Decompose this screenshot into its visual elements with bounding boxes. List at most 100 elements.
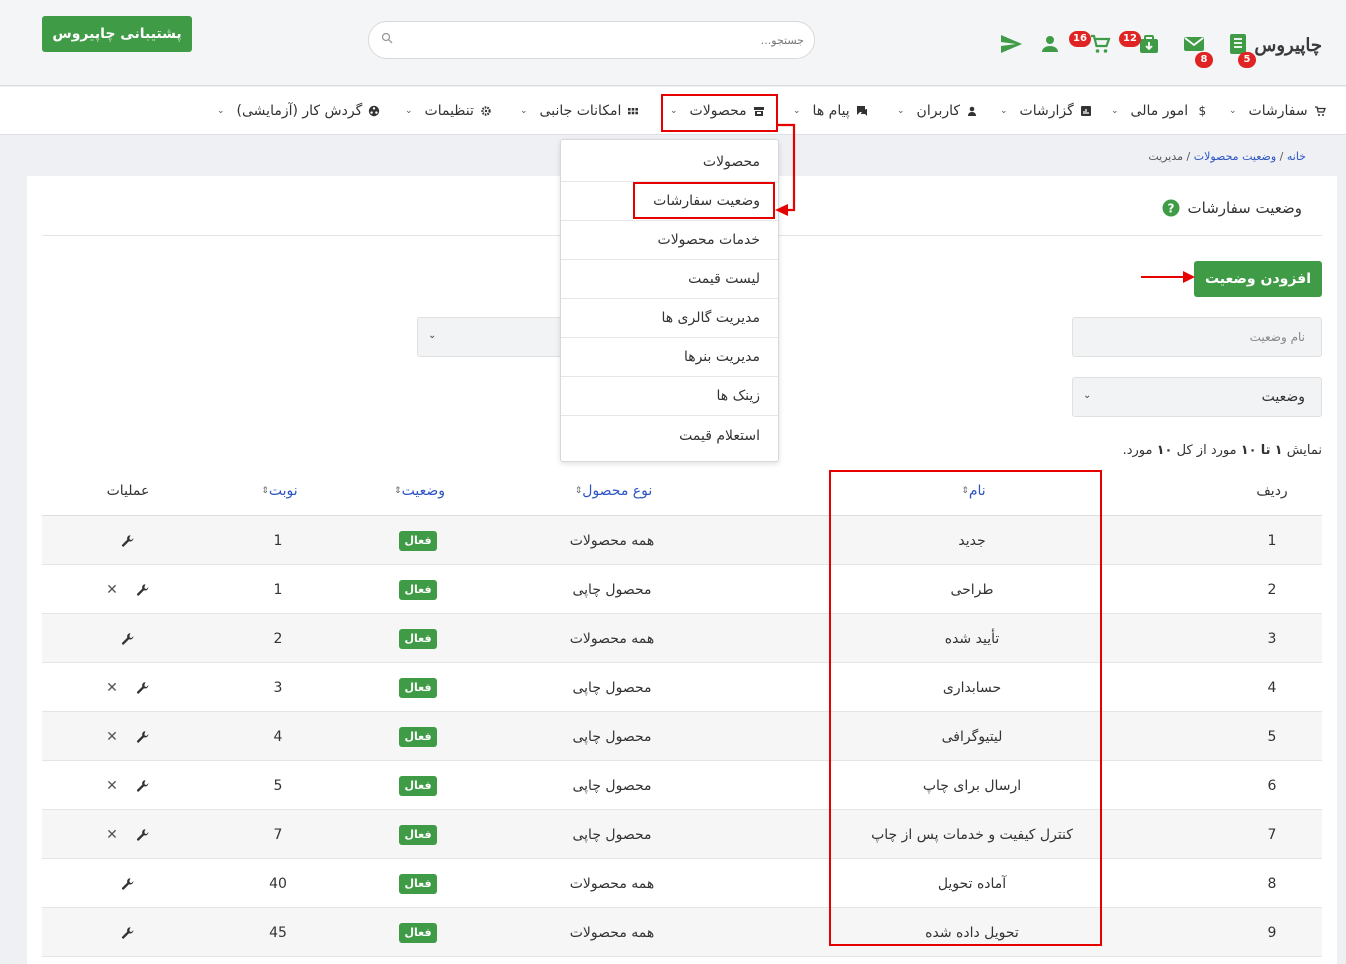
nav-reports[interactable]: گزارشات ⌄ bbox=[1000, 87, 1092, 135]
menu-item-price-inquiry[interactable]: استعلام قیمت bbox=[561, 416, 780, 455]
breadcrumb-section[interactable]: وضعیت محصولات bbox=[1194, 150, 1276, 163]
col-type[interactable]: نوع محصول ⇕ bbox=[532, 466, 692, 516]
nav-workflow[interactable]: گردش کار (آزمایشی) ⌄ bbox=[217, 87, 380, 135]
cell-type: محصول چاپی bbox=[572, 679, 652, 696]
status-filter-label: وضعیت bbox=[1261, 389, 1305, 405]
search-box[interactable] bbox=[368, 21, 815, 59]
annotation-arrow bbox=[775, 123, 796, 216]
nav-finance[interactable]: $ امور مالی ⌄ bbox=[1111, 87, 1206, 135]
cell-type: محصول چاپی bbox=[572, 581, 652, 598]
cell-type: همه محصولات bbox=[569, 532, 655, 549]
edit-wrench-icon[interactable] bbox=[136, 681, 150, 695]
status-badge: فعال bbox=[399, 579, 437, 600]
nav-extras-label: امکانات جانبی bbox=[539, 103, 622, 119]
cell-ops bbox=[88, 908, 168, 957]
edit-wrench-icon[interactable] bbox=[136, 779, 150, 793]
edit-wrench-icon[interactable] bbox=[121, 534, 135, 548]
menu-item-price-list[interactable]: لیست قیمت bbox=[561, 260, 780, 299]
annotation-box bbox=[829, 470, 1102, 946]
delete-close-icon[interactable]: ✕ bbox=[106, 582, 118, 598]
help-icon[interactable]: ? bbox=[1162, 199, 1180, 217]
search-input[interactable] bbox=[399, 30, 804, 50]
menu-item-banners[interactable]: مدیریت بنرها bbox=[561, 338, 780, 377]
nav-messages[interactable]: پیام ها ⌄ bbox=[793, 87, 868, 135]
result-summary: نمایش ۱ تا ۱۰ مورد از کل ۱۰ مورد. bbox=[1123, 443, 1322, 458]
table-row: 9 تحویل داده شده همه محصولات فعال 45 bbox=[42, 908, 1322, 957]
summary-mid: مورد از کل bbox=[1176, 443, 1237, 458]
nav-settings[interactable]: تنظیمات ⌄ bbox=[405, 87, 492, 135]
menu-item-product-services[interactable]: خدمات محصولات bbox=[561, 221, 780, 260]
cart-icon[interactable] bbox=[1087, 32, 1113, 56]
cell-turn: 2 bbox=[273, 630, 283, 647]
chat-icon bbox=[856, 106, 867, 116]
status-badge: فعال bbox=[399, 922, 437, 943]
chart-icon bbox=[1080, 106, 1091, 116]
cell-status: فعال bbox=[368, 516, 468, 565]
chevron-down-icon: ⌄ bbox=[1000, 106, 1008, 116]
cart-icon bbox=[1314, 106, 1326, 116]
chevron-down-icon: ⌄ bbox=[217, 106, 225, 116]
menu-item-zinc[interactable]: زینک ها bbox=[561, 377, 780, 416]
chevron-down-icon: ⌄ bbox=[428, 330, 437, 341]
cell-turn: 5 bbox=[273, 777, 283, 794]
delete-close-icon[interactable]: ✕ bbox=[106, 778, 118, 794]
summary-prefix: نمایش bbox=[1286, 443, 1322, 458]
col-row: ردیف bbox=[1256, 483, 1288, 499]
cell-index: 6 bbox=[1267, 777, 1277, 794]
support-button[interactable]: پشتیبانی چاپیروس bbox=[42, 16, 192, 52]
menu-item-gallery[interactable]: مدیریت گالری ها bbox=[561, 299, 780, 338]
col-status[interactable]: وضعیت ⇕ bbox=[368, 466, 468, 516]
table-row: 1 جدید همه محصولات فعال 1 bbox=[42, 516, 1322, 565]
cell-status: فعال bbox=[368, 761, 468, 810]
send-icon[interactable] bbox=[998, 32, 1024, 56]
delete-close-icon[interactable]: ✕ bbox=[106, 680, 118, 696]
cell-type: همه محصولات bbox=[569, 630, 655, 647]
nav-users[interactable]: کاربران ⌄ bbox=[897, 87, 978, 135]
status-badge: فعال bbox=[399, 726, 437, 747]
cell-status: فعال bbox=[368, 565, 468, 614]
cell-ops: ✕ bbox=[88, 565, 168, 614]
nav-users-label: کاربران bbox=[916, 103, 961, 119]
col-turn-label: نوبت bbox=[268, 483, 298, 499]
delete-close-icon[interactable]: ✕ bbox=[106, 729, 118, 745]
edit-wrench-icon[interactable] bbox=[136, 583, 150, 597]
edit-wrench-icon[interactable] bbox=[136, 828, 150, 842]
edit-wrench-icon[interactable] bbox=[121, 877, 135, 891]
edit-wrench-icon[interactable] bbox=[121, 632, 135, 646]
svg-text:?: ? bbox=[1167, 202, 1174, 216]
status-filter-select[interactable]: وضعیت ⌄ bbox=[1072, 377, 1322, 417]
status-badge: فعال bbox=[399, 775, 437, 796]
top-header: پشتیبانی چاپیروس 16 12 8 5 چاپیروس bbox=[0, 0, 1346, 86]
add-status-button[interactable]: افزودن وضعیت bbox=[1194, 261, 1322, 297]
cell-type: محصول چاپی bbox=[572, 826, 652, 843]
col-status-label: وضعیت bbox=[401, 483, 445, 499]
invoice-badge: 5 bbox=[1238, 52, 1256, 68]
cell-status: فعال bbox=[368, 663, 468, 712]
cell-index: 9 bbox=[1267, 924, 1277, 941]
annotation-arrow bbox=[1141, 271, 1195, 283]
search-icon bbox=[381, 32, 393, 44]
cell-type: همه محصولات bbox=[569, 924, 655, 941]
cell-index: 1 bbox=[1267, 532, 1277, 549]
status-name-field[interactable] bbox=[1072, 317, 1322, 357]
sort-icon: ⇕ bbox=[261, 486, 269, 496]
cell-turn: 1 bbox=[273, 532, 283, 549]
logo[interactable]: چاپیروس bbox=[1254, 28, 1324, 62]
cell-type: همه محصولات bbox=[569, 875, 655, 892]
breadcrumb-home[interactable]: خانه bbox=[1287, 150, 1306, 163]
nav-orders[interactable]: سفارشات ⌄ bbox=[1229, 87, 1326, 135]
menu-item-products[interactable]: محصولات bbox=[561, 143, 780, 182]
product-type-select[interactable]: ⌄ bbox=[417, 317, 567, 357]
cell-type: محصول چاپی bbox=[572, 728, 652, 745]
status-name-input[interactable] bbox=[1073, 318, 1321, 356]
user-icon[interactable] bbox=[1037, 32, 1063, 56]
edit-wrench-icon[interactable] bbox=[121, 926, 135, 940]
delete-close-icon[interactable]: ✕ bbox=[106, 827, 118, 843]
status-badge: فعال bbox=[399, 824, 437, 845]
chevron-down-icon: ⌄ bbox=[897, 106, 905, 116]
col-turn[interactable]: نوبت ⇕ bbox=[238, 466, 318, 516]
edit-wrench-icon[interactable] bbox=[136, 730, 150, 744]
cell-ops: ✕ bbox=[88, 810, 168, 859]
table-row: 8 آماده تحویل همه محصولات فعال 40 bbox=[42, 859, 1322, 908]
nav-extras[interactable]: امکانات جانبی ⌄ bbox=[520, 87, 639, 135]
